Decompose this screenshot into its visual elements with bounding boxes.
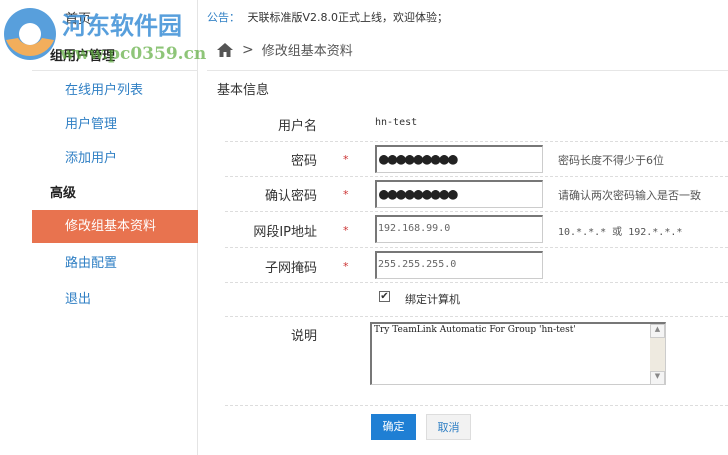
section-title: 基本信息 [217, 83, 270, 98]
confirm-button[interactable]: 确定 [371, 414, 416, 440]
confirm-password-input[interactable]: ●●●●●●●●● [375, 180, 543, 208]
description-text: Try TeamLink Automatic For Group 'hn-tes… [374, 325, 576, 335]
required-mark: * [343, 224, 349, 237]
cancel-button[interactable]: 取消 [426, 414, 471, 440]
required-mark: * [343, 188, 349, 201]
required-mark: * [343, 153, 349, 166]
username-label: 用户名 [277, 119, 317, 134]
bind-computer-checkbox[interactable]: ✔ [379, 291, 390, 302]
breadcrumb-separator: > [242, 41, 254, 58]
description-textarea[interactable]: Try TeamLink Automatic For Group 'hn-tes… [370, 322, 666, 385]
notice-text: 天联标准版V2.8.0正式上线，欢迎体验； [247, 11, 449, 24]
ip-hint: 10.*.*.* 或 192.*.*.* [558, 227, 683, 238]
scroll-down-icon[interactable]: ▼ [650, 371, 665, 385]
description-label: 说明 [290, 329, 317, 344]
confirm-password-hint: 请确认两次密码输入是否一致 [558, 189, 701, 202]
breadcrumb: > 修改组基本资料 [216, 40, 353, 59]
notice-bar: 公告： 天联标准版V2.8.0正式上线，欢迎体验； [207, 9, 448, 25]
confirm-password-label: 确认密码 [264, 189, 317, 204]
password-label: 密码 [290, 154, 317, 169]
home-icon[interactable] [216, 42, 234, 58]
sidebar: 首页 组用户管理 在线用户列表 用户管理 添加用户 高级 修改组基本资料 路由配… [0, 0, 198, 455]
password-hint: 密码长度不得少于6位 [558, 154, 664, 167]
sidebar-item-edit-group[interactable]: 修改组基本资料 [32, 210, 198, 243]
username-value: hn-test [375, 117, 418, 128]
notice-label: 公告： [207, 11, 240, 24]
scroll-up-icon[interactable]: ▲ [650, 324, 665, 338]
watermark-title: 河东软件园 [62, 12, 182, 40]
password-input[interactable]: ●●●●●●●●● [375, 145, 543, 173]
bind-computer-label: 绑定计算机 [405, 293, 460, 306]
breadcrumb-current: 修改组基本资料 [261, 44, 353, 59]
scrollbar[interactable]: ▲ ▼ [650, 324, 665, 385]
sidebar-item-online-users[interactable]: 在线用户列表 [65, 79, 143, 98]
sidebar-advanced-header: 高级 [50, 186, 77, 201]
mask-input[interactable]: 255.255.255.0 [375, 251, 543, 279]
ip-label: 网段IP地址 [253, 225, 317, 240]
sidebar-item-user-management[interactable]: 用户管理 [65, 113, 117, 132]
divider [207, 70, 728, 71]
divider [32, 70, 198, 71]
mask-label: 子网掩码 [264, 261, 317, 276]
sidebar-item-route-config[interactable]: 路由配置 [65, 252, 117, 271]
logo-icon [4, 8, 56, 60]
required-mark: * [343, 260, 349, 273]
sidebar-item-logout[interactable]: 退出 [65, 288, 91, 307]
ip-input[interactable]: 192.168.99.0 [375, 215, 543, 243]
sidebar-item-add-user[interactable]: 添加用户 [65, 147, 117, 166]
watermark-logo: 河东软件园 www.pc0359.cn [2, 4, 206, 64]
watermark-url: www.pc0359.cn [60, 44, 207, 64]
